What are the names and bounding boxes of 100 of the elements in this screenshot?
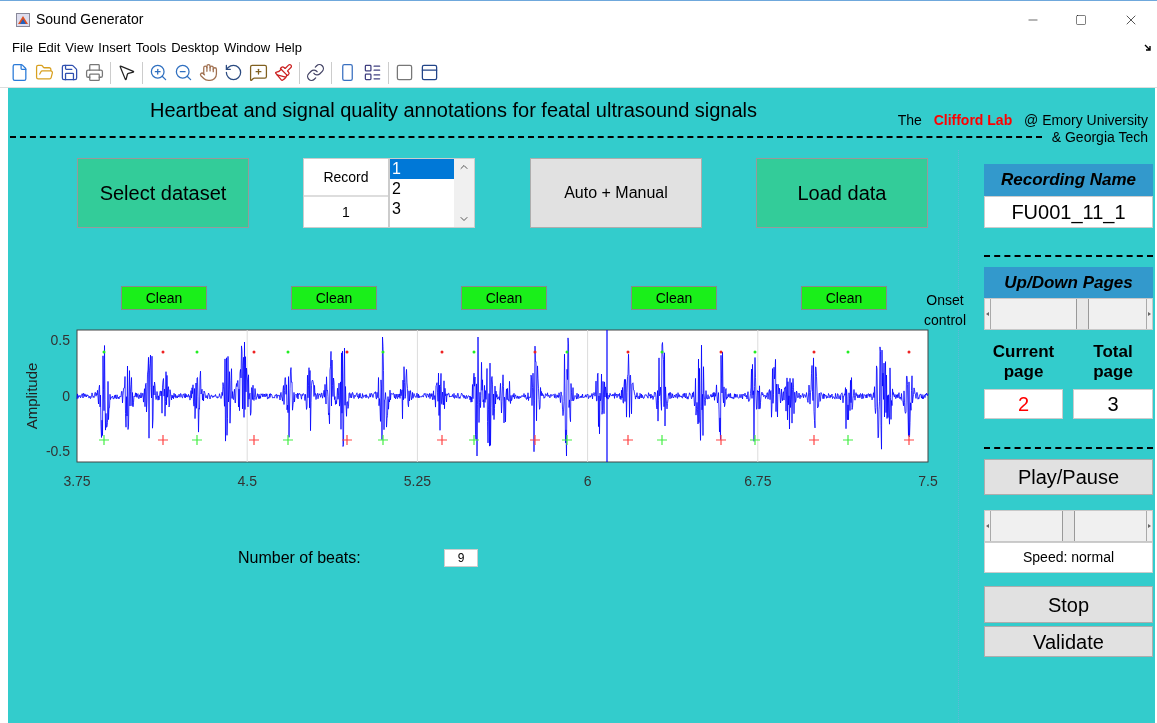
auto-manual-button[interactable]: Auto + Manual [530,158,702,228]
scrollbar[interactable] [454,159,474,227]
beat-cross [561,434,573,446]
brush-icon[interactable] [274,63,293,82]
list-item[interactable]: 1 [390,159,454,179]
beat-dot [719,350,723,354]
beat-dot [252,350,256,354]
play-pause-button[interactable]: Play/Pause [984,459,1153,495]
beat-dot [286,350,290,354]
link-icon[interactable] [306,63,325,82]
quality-label: Clean [631,286,717,310]
scroll-left-icon[interactable] [985,299,991,329]
speed-slider[interactable] [984,510,1153,542]
beat-dot [195,350,199,354]
beat-cross [808,434,820,446]
beat-cross [282,434,294,446]
data-cursor-icon[interactable] [249,63,268,82]
menu-item[interactable]: View [65,38,94,58]
beat-dot [626,350,630,354]
y-axis-label: Amplitude [23,362,40,430]
beat-cross [842,434,854,446]
x-tick-label: 3.75 [63,473,91,489]
beat-dot [161,350,165,354]
total-page-label: Total page [1092,342,1134,382]
beat-dot [660,350,664,354]
save-icon[interactable] [60,63,79,82]
window-title: Sound Generator [36,10,144,29]
beat-cross [191,434,203,446]
beat-dot [812,350,816,354]
dock-arrow-icon[interactable] [1144,44,1152,52]
beats-field: 9 [444,549,478,567]
table-cell-text: 1 [341,202,351,222]
beat-cross [529,434,541,446]
dock-icon[interactable] [420,63,439,82]
zoom-in-icon[interactable] [149,63,168,82]
x-tick-label: 6.75 [744,473,772,489]
recording-name-field: FU001_11_1 [984,196,1153,228]
list-item[interactable]: 2 [390,179,454,199]
menu-item[interactable]: Insert [98,38,131,58]
credit-text: & Georgia Tech [1051,128,1148,146]
slider-thumb[interactable] [1076,299,1090,329]
beat-dot [533,350,537,354]
maximize-icon[interactable] [1075,13,1087,26]
quality-label: Clean [291,286,377,310]
beat-dot [907,350,911,354]
menu-item[interactable]: Window [223,38,271,58]
record-listbox[interactable]: 1 2 3 [389,158,475,228]
new-file-icon[interactable] [10,63,29,82]
total-page-field: 3 [1073,389,1153,419]
scroll-right-icon[interactable] [1146,511,1152,541]
current-page-field: 2 [984,389,1063,419]
beat-dot [102,350,106,354]
beat-dot [472,350,476,354]
beat-dot [440,350,444,354]
beat-cross [468,434,480,446]
quality-label: Clean [461,286,547,310]
beat-cross [157,434,169,446]
print-icon[interactable] [85,63,104,82]
beat-cross [436,434,448,446]
square-icon[interactable] [395,63,414,82]
quality-label: Clean [121,286,207,310]
rotate-icon[interactable] [224,63,243,82]
beats-label: Number of beats: [238,548,362,568]
credit-text: The Clifford Lab @ Emory University [897,112,1148,128]
beat-cross [377,434,389,446]
scroll-right-icon[interactable] [1146,299,1152,329]
beat-cross [248,434,260,446]
list-item[interactable]: 3 [390,199,454,219]
app-icon [16,12,30,27]
x-tick-label: 7.5 [918,473,938,489]
y-tick-label: 0 [62,388,70,404]
y-tick-label: 0.5 [50,332,70,348]
stop-button[interactable]: Stop [984,586,1153,623]
beat-cross [715,434,727,446]
slider-thumb[interactable] [1062,511,1075,541]
beat-dot [846,350,850,354]
menu-item[interactable]: Desktop [171,38,219,58]
zoom-out-icon[interactable] [174,63,193,82]
beat-dot [753,350,757,354]
scroll-left-icon[interactable] [985,511,991,541]
menu-item[interactable]: File [12,38,33,58]
menu-item[interactable]: Help [275,38,302,58]
load-data-button[interactable]: Load data [756,158,928,228]
current-page-label: Current page [991,342,1056,382]
folder-icon[interactable] [35,63,54,82]
legend-icon[interactable] [363,63,382,82]
quality-label: Clean [801,286,887,310]
menu-item[interactable]: Edit [37,38,61,58]
select-dataset-button[interactable]: Select dataset [77,158,249,228]
recording-name-header: Recording Name [984,164,1153,196]
x-tick-label: 4.5 [237,473,257,489]
pointer-icon[interactable] [117,63,136,82]
beat-cross [622,434,634,446]
beat-dot [381,350,385,354]
x-tick-label: 6 [583,473,592,489]
validate-button[interactable]: Validate [984,626,1153,657]
hand-icon[interactable] [199,63,218,82]
beat-dot [345,350,349,354]
page-slider[interactable] [984,298,1153,330]
menu-item[interactable]: Tools [135,38,167,58]
